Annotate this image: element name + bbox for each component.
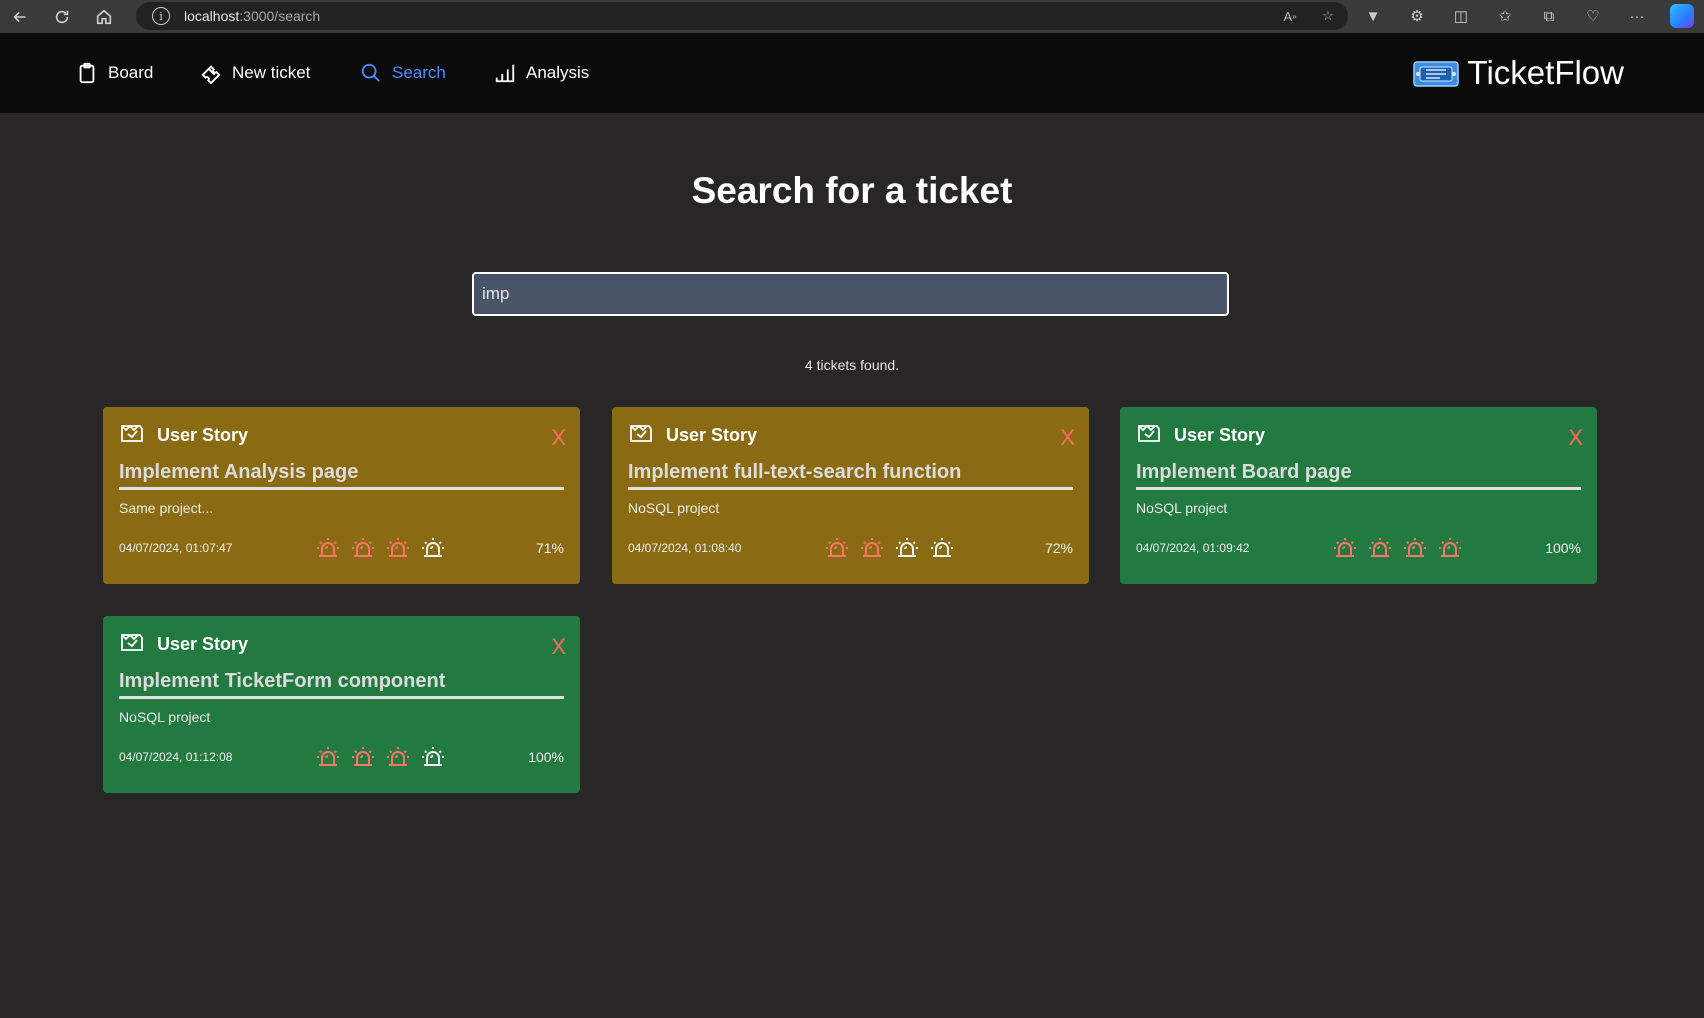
alarm-icon (1334, 538, 1356, 557)
ticket-type: User Story (666, 424, 758, 445)
user-story-icon (628, 422, 654, 449)
alarm-icon (896, 538, 918, 557)
delete-ticket-button[interactable]: X (551, 427, 566, 449)
nav-new-ticket[interactable]: New ticket (200, 33, 310, 113)
alarm-icon (1404, 538, 1426, 557)
alarm-icon (1439, 538, 1461, 557)
brand-name: TicketFlow (1467, 54, 1624, 91)
ticket-type: User Story (157, 633, 249, 654)
ticket-priority (1332, 535, 1463, 561)
alarm-icon (826, 538, 848, 557)
search-icon (361, 63, 380, 82)
app-navbar: Board New ticket Search Analysis TicketF… (0, 33, 1704, 113)
brand[interactable]: TicketFlow (1412, 33, 1624, 113)
ticket-description: NoSQL project (119, 709, 211, 725)
ticket-date: 04/07/2024, 01:12:08 (119, 750, 233, 764)
address-bar[interactable]: i localhost:3000/search A» ☆ (136, 2, 1348, 30)
browser-toolbar: i localhost:3000/search A» ☆ ▼ ⚙ ◫ ✩ ⧉ ♡… (0, 0, 1704, 33)
ticket-card[interactable]: User Story X Implement TicketForm componen… (103, 616, 580, 793)
favorites-icon[interactable]: ✩ (1494, 5, 1516, 27)
alarm-icon (317, 538, 339, 557)
ticket-progress: 100% (528, 749, 564, 765)
ticket-card[interactable]: User Story X Implement Board page NoSQL pro… (1120, 407, 1597, 584)
ticket-date: 04/07/2024, 01:09:42 (1136, 541, 1250, 555)
ticket-header: User Story (119, 632, 564, 656)
ticket-card[interactable]: User Story X Implement Analysis page Same p… (103, 407, 580, 584)
ticket-icon (201, 65, 221, 84)
user-story-icon (1136, 422, 1162, 449)
result-count: 4 tickets found. (804, 357, 900, 373)
ticket-title[interactable]: Implement TicketForm component (119, 670, 564, 699)
split-screen-icon[interactable]: ◫ (1450, 5, 1472, 27)
bar-chart-icon (495, 64, 515, 83)
back-icon[interactable] (6, 3, 34, 31)
copilot-icon[interactable] (1670, 4, 1694, 28)
ticket-header: User Story (1136, 423, 1581, 447)
user-story-icon (119, 631, 145, 658)
ticket-type: User Story (157, 424, 249, 445)
alarm-icon (387, 538, 409, 557)
alarm-icon (861, 538, 883, 557)
alarm-icon (422, 747, 444, 766)
favorite-star-icon[interactable]: ☆ (1318, 6, 1338, 26)
delete-ticket-button[interactable]: X (1568, 427, 1583, 449)
ticketflow-logo-icon (1412, 56, 1460, 90)
extensions-icon[interactable]: ⚙ (1406, 5, 1428, 27)
ticket-date: 04/07/2024, 01:08:40 (628, 541, 742, 555)
nav-board-label: Board (108, 63, 154, 82)
ticket-card[interactable]: User Story X Implement full-text-search fu… (612, 407, 1089, 584)
alarm-icon (422, 538, 444, 557)
ticket-progress: 72% (1044, 540, 1073, 556)
nav-search-label: Search (392, 63, 446, 82)
nav-search[interactable]: Search (360, 33, 446, 113)
ticket-title[interactable]: Implement Board page (1136, 461, 1581, 490)
alarm-icon (317, 747, 339, 766)
ticket-type: User Story (1174, 424, 1266, 445)
user-story-icon (119, 422, 145, 449)
site-info-icon[interactable]: i (152, 7, 170, 25)
ticket-title[interactable]: Implement full-text-search function (628, 461, 1073, 490)
alarm-icon (352, 747, 374, 766)
ticket-priority (824, 535, 955, 561)
clipboard-icon (79, 62, 95, 84)
refresh-icon[interactable] (48, 3, 76, 31)
ticket-priority (315, 535, 446, 561)
read-aloud-icon[interactable]: A» (1280, 6, 1300, 26)
ticket-description: Same project... (119, 500, 214, 516)
ticket-description: NoSQL project (628, 500, 720, 516)
ticket-progress: 100% (1545, 540, 1581, 556)
ticket-date: 04/07/2024, 01:07:47 (119, 541, 233, 555)
nav-new-ticket-label: New ticket (232, 63, 311, 82)
alarm-icon (387, 747, 409, 766)
delete-ticket-button[interactable]: X (1060, 427, 1075, 449)
ticket-title[interactable]: Implement Analysis page (119, 461, 564, 490)
alarm-icon (1369, 538, 1391, 557)
nav-analysis-label: Analysis (526, 63, 590, 82)
nav-analysis[interactable]: Analysis (494, 33, 589, 113)
collections-icon[interactable]: ⧉ (1538, 5, 1560, 27)
more-menu-icon[interactable]: ··· (1626, 5, 1648, 27)
ticket-header: User Story (628, 423, 1073, 447)
health-icon[interactable]: ♡ (1582, 5, 1604, 27)
search-input[interactable] (472, 272, 1229, 316)
url-text: localhost:3000/search (184, 8, 321, 24)
ticket-header: User Story (119, 423, 564, 447)
vpn-icon[interactable]: ▼ (1362, 5, 1384, 27)
ticket-description: NoSQL project (1136, 500, 1228, 516)
nav-board[interactable]: Board (76, 33, 153, 113)
home-icon[interactable] (90, 3, 118, 31)
ticket-progress: 71% (535, 540, 564, 556)
page-title: Search for a ticket (691, 170, 1013, 211)
alarm-icon (931, 538, 953, 557)
ticket-priority (315, 744, 446, 770)
delete-ticket-button[interactable]: X (551, 636, 566, 658)
alarm-icon (352, 538, 374, 557)
